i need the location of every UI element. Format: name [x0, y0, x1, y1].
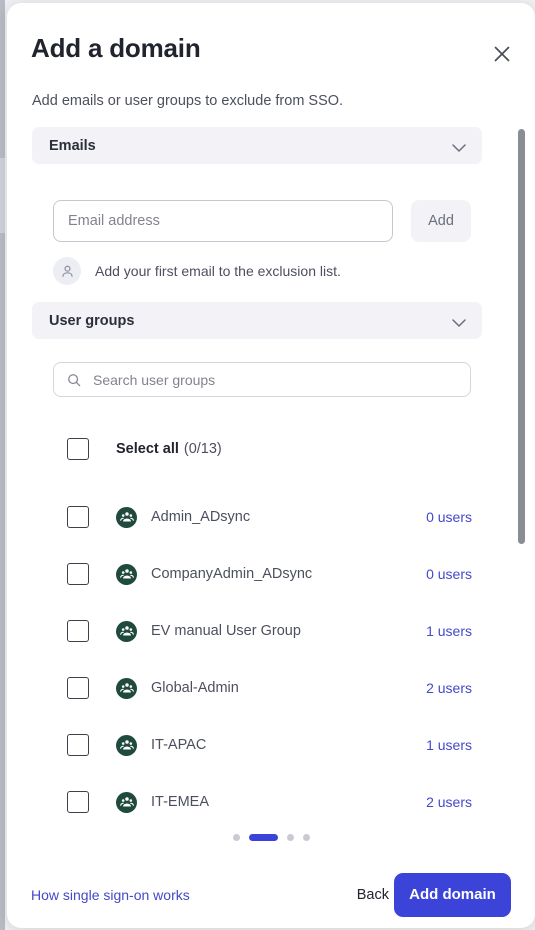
group-avatar-icon — [116, 677, 137, 699]
group-checkbox[interactable] — [67, 563, 89, 585]
pagination-dot-3[interactable] — [286, 834, 294, 841]
pagination-dot-2[interactable] — [248, 834, 278, 841]
group-avatar-icon — [116, 791, 137, 813]
accordion-user-groups[interactable]: User groups — [32, 302, 482, 339]
add-domain-modal: Add a domain Add emails or user groups t… — [7, 3, 535, 928]
group-checkbox[interactable] — [67, 734, 89, 756]
pagination-dot-1[interactable] — [232, 834, 240, 841]
page-title: Add a domain — [31, 33, 201, 63]
search-user-groups-wrapper[interactable] — [53, 362, 471, 397]
group-user-count[interactable]: 0 users — [426, 566, 472, 582]
modal-footer: How single sign-on works Back Add domain — [7, 861, 535, 928]
modal-subtitle: Add emails or user groups to exclude fro… — [32, 93, 344, 109]
select-all-checkbox[interactable] — [67, 438, 89, 460]
group-name: IT-EMEA — [151, 794, 210, 810]
group-user-count[interactable]: 0 users — [426, 509, 472, 525]
accordion-emails[interactable]: Emails — [32, 127, 482, 164]
close-icon[interactable] — [489, 41, 515, 67]
group-avatar-icon — [116, 563, 137, 585]
group-checkbox[interactable] — [67, 506, 89, 528]
person-icon — [53, 257, 81, 285]
group-name: IT-APAC — [151, 737, 207, 753]
search-icon — [67, 373, 81, 387]
email-entry-row: Add — [53, 200, 471, 242]
group-user-count[interactable]: 2 users — [426, 794, 472, 810]
group-checkbox[interactable] — [67, 677, 89, 699]
table-row[interactable]: EV manual User Group 1 users — [67, 620, 472, 642]
email-field[interactable] — [53, 200, 393, 242]
select-all-row[interactable]: Select all (0/13) — [67, 438, 222, 460]
add-email-button[interactable]: Add — [411, 200, 471, 242]
table-row[interactable]: Admin_ADsync 0 users — [67, 506, 472, 528]
table-row[interactable]: Global-Admin 2 users — [67, 677, 472, 699]
table-row[interactable]: IT-EMEA 2 users — [67, 791, 472, 813]
group-avatar-icon — [116, 734, 137, 756]
pagination-dots — [7, 834, 535, 841]
group-checkbox[interactable] — [67, 620, 89, 642]
accordion-user-groups-label: User groups — [49, 312, 135, 329]
group-user-count[interactable]: 2 users — [426, 680, 472, 696]
group-avatar-icon — [116, 506, 137, 528]
search-input[interactable] — [91, 370, 431, 389]
chevron-down-icon — [452, 140, 466, 158]
email-empty-state-text: Add your first email to the exclusion li… — [95, 263, 341, 279]
select-all-count: (0/13) — [183, 441, 222, 457]
group-user-count[interactable]: 1 users — [426, 737, 472, 753]
group-name: EV manual User Group — [151, 623, 301, 639]
group-name: CompanyAdmin_ADsync — [151, 566, 313, 582]
group-name: Global-Admin — [151, 680, 239, 696]
modal-header: Add a domain — [7, 3, 535, 89]
group-name: Admin_ADsync — [151, 509, 251, 525]
group-avatar-icon — [116, 620, 137, 642]
accordion-emails-label: Emails — [49, 137, 96, 154]
page-background-accent — [0, 158, 5, 233]
page-background-strip — [0, 0, 5, 930]
add-domain-button[interactable]: Add domain — [394, 872, 511, 917]
modal-scroll-area: Emails Add Add your first email to the e… — [7, 121, 535, 821]
email-empty-state: Add your first email to the exclusion li… — [53, 257, 341, 285]
group-checkbox[interactable] — [67, 791, 89, 813]
how-sso-works-link[interactable]: How single sign-on works — [31, 887, 190, 903]
back-button[interactable]: Back — [351, 886, 395, 904]
chevron-down-icon — [452, 315, 466, 333]
group-user-count[interactable]: 1 users — [426, 623, 472, 639]
scrollbar-thumb[interactable] — [518, 129, 525, 544]
pagination-dot-4[interactable] — [302, 834, 310, 841]
table-row[interactable]: CompanyAdmin_ADsync 0 users — [67, 563, 472, 585]
table-row[interactable]: IT-APAC 1 users — [67, 734, 472, 756]
select-all-label: Select all — [116, 441, 179, 457]
